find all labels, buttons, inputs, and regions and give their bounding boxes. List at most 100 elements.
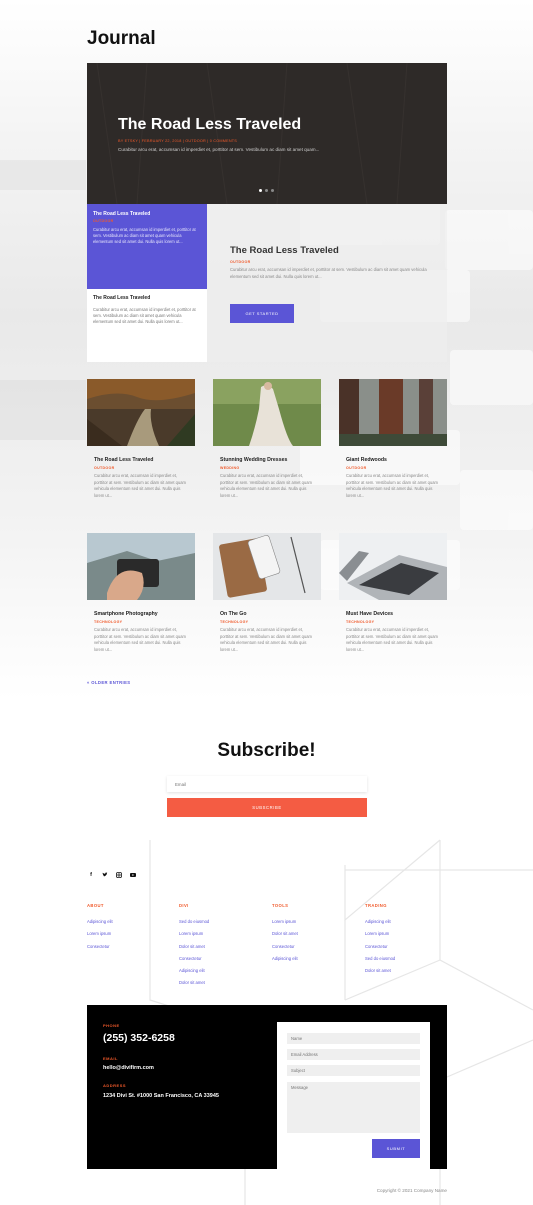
post-card: On The Go TECHNOLOGY Curabitur arcu erat…	[213, 533, 321, 653]
post-category[interactable]: WEDDING	[220, 466, 314, 470]
footer-link[interactable]: Consectetur	[365, 944, 395, 956]
post-card: Giant Redwoods OUTDOOR Curabitur arcu er…	[339, 379, 447, 499]
post-excerpt: Curabitur arcu erat, accumsan id imperdi…	[220, 627, 312, 652]
featured-excerpt: Curabitur arcu erat, accumsan id imperdi…	[230, 267, 427, 279]
page-title: Journal	[87, 28, 156, 49]
hero-meta: BY ETSKY | FEBRUARY 22, 2018 | OUTDOOR |…	[118, 139, 238, 143]
email-input[interactable]	[167, 776, 367, 792]
phone-number[interactable]: (255) 352-6258	[103, 1032, 175, 1044]
social-links: f	[88, 872, 136, 878]
tab-item-2[interactable]: The Road Less Traveled Curabitur arcu er…	[87, 289, 207, 374]
post-title[interactable]: The Road Less Traveled	[94, 457, 188, 463]
hero-excerpt: Curabitur arcu erat, accumsan id imperdi…	[118, 147, 320, 152]
copyright-text: Copyright © 2021 Company Name	[376, 1188, 447, 1193]
phone-label: PHONE	[103, 1023, 120, 1028]
footer-link[interactable]: Lorem ipsum	[365, 931, 395, 943]
post-card: Stunning Wedding Dresses WEDDING Curabit…	[213, 379, 321, 499]
slider-dot-2[interactable]	[265, 189, 268, 192]
post-title[interactable]: Must Have Devices	[346, 611, 440, 617]
subscribe-button[interactable]: SUBSCRIBE	[167, 798, 367, 817]
tab-excerpt: Curabitur arcu erat, accumsan id imperdi…	[93, 307, 196, 325]
footer-column-divi: DIVI Sed do eiusmod Lorem ipsum Dolor si…	[179, 903, 209, 993]
tab-item-1[interactable]: The Road Less Traveled OUTDOOR Curabitur…	[87, 204, 207, 289]
footer-link[interactable]: Lorem ipsum	[179, 931, 209, 943]
featured-title[interactable]: The Road Less Traveled	[230, 245, 339, 256]
footer-column-title: TOOLS	[272, 903, 289, 908]
email-field[interactable]	[287, 1049, 420, 1060]
post-card: Smartphone Photography TECHNOLOGY Curabi…	[87, 533, 195, 653]
post-image-wedding[interactable]	[213, 379, 321, 446]
post-image-smartphone[interactable]	[87, 533, 195, 600]
footer-link[interactable]: Adipiscing elit	[272, 956, 298, 968]
footer-column-title: DIVI	[179, 903, 189, 908]
get-started-button[interactable]: GET STARTED	[230, 304, 294, 323]
footer-link[interactable]: Consectetur	[272, 944, 298, 956]
post-card: The Road Less Traveled OUTDOOR Curabitur…	[87, 379, 195, 499]
name-field[interactable]	[287, 1033, 420, 1044]
older-entries-link[interactable]: « OLDER ENTRIES	[87, 680, 130, 685]
address-label: ADDRESS	[103, 1083, 127, 1088]
featured-category[interactable]: OUTDOOR	[230, 260, 250, 264]
post-image-redwoods[interactable]	[339, 379, 447, 446]
subject-field[interactable]	[287, 1065, 420, 1076]
slider-dots	[259, 189, 274, 192]
instagram-icon[interactable]	[116, 872, 122, 878]
subscribe-title: Subscribe!	[217, 740, 316, 761]
hero-slider[interactable]: The Road Less Traveled BY ETSKY | FEBRUA…	[87, 63, 447, 204]
tab-excerpt: Curabitur arcu erat, accumsan id imperdi…	[93, 227, 196, 245]
footer-column-tools: TOOLS Lorem ipsum Dolor sit amet Consect…	[272, 903, 298, 968]
street-address: 1234 Divi St. #1000 San Francisco, CA 33…	[103, 1093, 219, 1099]
post-excerpt: Curabitur arcu erat, accumsan id imperdi…	[346, 473, 438, 498]
tab-title: The Road Less Traveled	[93, 295, 151, 301]
footer-link[interactable]: Dolor sit amet	[365, 968, 395, 980]
footer-link[interactable]: Adipiscing elit	[365, 919, 395, 931]
post-excerpt: Curabitur arcu erat, accumsan id imperdi…	[94, 627, 186, 652]
email-address[interactable]: hello@divifirm.com	[103, 1065, 154, 1071]
tab-category: OUTDOOR	[93, 219, 114, 223]
post-category[interactable]: OUTDOOR	[94, 466, 188, 470]
email-label: EMAIL	[103, 1056, 118, 1061]
footer-link[interactable]: Consectetur	[87, 944, 113, 956]
hero-title[interactable]: The Road Less Traveled	[118, 116, 301, 134]
footer-column-trading: TRADING Adipiscing elit Lorem ipsum Cons…	[365, 903, 395, 980]
post-excerpt: Curabitur arcu erat, accumsan id imperdi…	[346, 627, 438, 652]
footer-column-about: ABOUT Adipiscing elit Lorem ipsum Consec…	[87, 903, 113, 956]
footer-column-title: TRADING	[365, 903, 387, 908]
post-card: Must Have Devices TECHNOLOGY Curabitur a…	[339, 533, 447, 653]
footer-link[interactable]: Lorem ipsum	[87, 931, 113, 943]
post-excerpt: Curabitur arcu erat, accumsan id imperdi…	[220, 473, 312, 498]
post-image-laptop[interactable]	[339, 533, 447, 600]
footer-link[interactable]: Sed do eiusmod	[365, 956, 395, 968]
footer-link[interactable]: Dolor sit amet	[272, 931, 298, 943]
slider-dot-1[interactable]	[259, 189, 262, 192]
facebook-icon[interactable]: f	[88, 872, 94, 878]
post-image-phone-desk[interactable]	[213, 533, 321, 600]
footer-link[interactable]: Adipiscing elit	[87, 919, 113, 931]
footer-link[interactable]: Sed do eiusmod	[179, 919, 209, 931]
footer-link[interactable]: Dolor sit amet	[179, 980, 209, 992]
footer-link[interactable]: Lorem ipsum	[272, 919, 298, 931]
post-title[interactable]: On The Go	[220, 611, 314, 617]
message-field[interactable]	[287, 1082, 420, 1133]
post-excerpt: Curabitur arcu erat, accumsan id imperdi…	[94, 473, 186, 498]
post-image-forest-road[interactable]	[87, 379, 195, 446]
post-category[interactable]: OUTDOOR	[346, 466, 440, 470]
footer-link[interactable]: Adipiscing elit	[179, 968, 209, 980]
post-title[interactable]: Giant Redwoods	[346, 457, 440, 463]
post-category[interactable]: TECHNOLOGY	[94, 620, 188, 624]
submit-button[interactable]: SUBMIT	[372, 1139, 420, 1158]
youtube-icon[interactable]	[130, 872, 136, 878]
footer-column-title: ABOUT	[87, 903, 104, 908]
post-category[interactable]: TECHNOLOGY	[220, 620, 314, 624]
twitter-icon[interactable]	[102, 872, 108, 878]
featured-tabs: The Road Less Traveled OUTDOOR Curabitur…	[87, 204, 207, 362]
featured-post-panel: The Road Less Traveled OUTDOOR Curabitur…	[207, 204, 447, 362]
post-title[interactable]: Smartphone Photography	[94, 611, 188, 617]
footer-link[interactable]: Dolor sit amet	[179, 944, 209, 956]
footer-link[interactable]: Consectetur	[179, 956, 209, 968]
contact-form: SUBMIT	[277, 1022, 430, 1169]
tab-title: The Road Less Traveled	[93, 211, 151, 217]
post-category[interactable]: TECHNOLOGY	[346, 620, 440, 624]
post-title[interactable]: Stunning Wedding Dresses	[220, 457, 314, 463]
slider-dot-3[interactable]	[271, 189, 274, 192]
